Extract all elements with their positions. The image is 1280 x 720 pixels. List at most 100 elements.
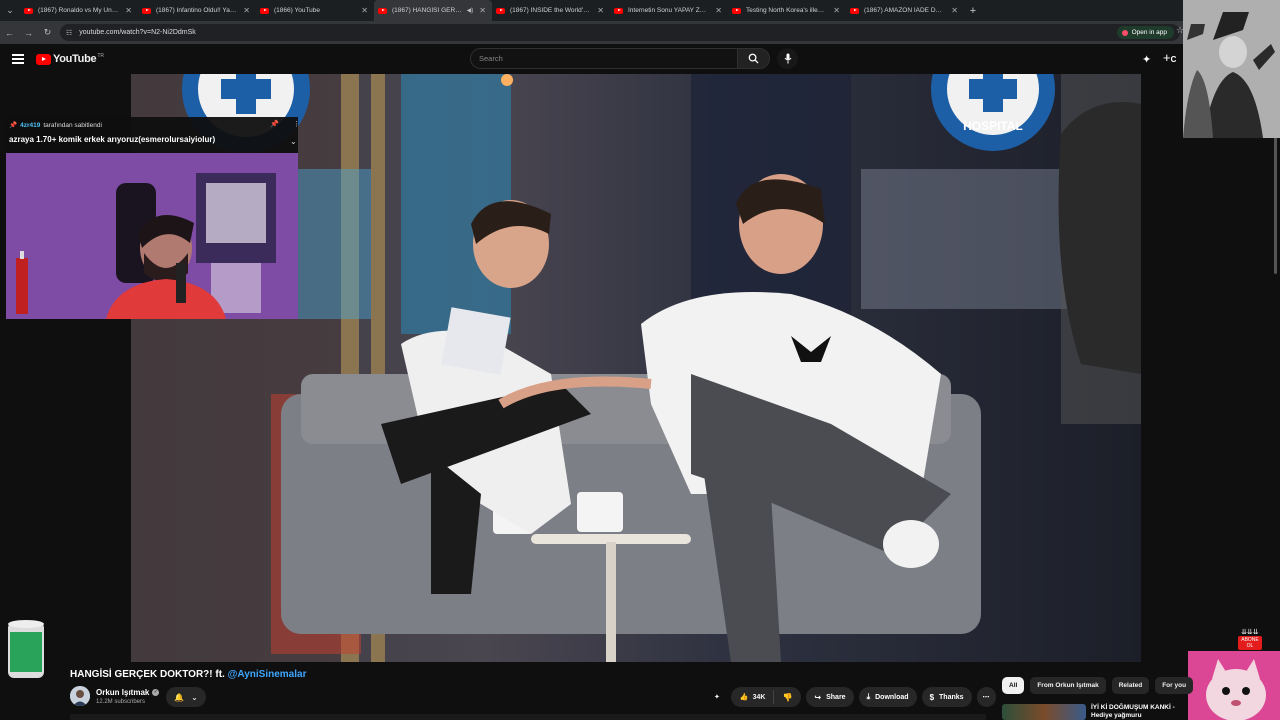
youtube-favicon-icon — [260, 7, 269, 14]
browser-tab[interactable]: (1867) INSIDE the World's Most ✕ — [492, 0, 610, 21]
like-dislike-group: 👍 34K 👎 — [730, 687, 802, 707]
subscribe-badge-label: ABONE OL — [1238, 636, 1262, 650]
channel-avatar[interactable] — [70, 686, 90, 706]
forward-arrow-icon[interactable]: → — [19, 28, 38, 38]
like-button[interactable]: 👍 34K — [731, 690, 775, 704]
hospital-sign-text: HOSPITAL — [963, 119, 1023, 133]
cat-image — [1188, 651, 1280, 720]
tab-label: (1867) Infantino Oldu!! Yan Yana — [156, 7, 237, 14]
video-actions: ✦ 👍 34K 👎 ↪ Share ⤓ Download $ Thanks ⋯ — [708, 687, 996, 707]
youtube-logo[interactable]: YouTube TR — [36, 53, 104, 65]
chip-related[interactable]: Related — [1111, 677, 1150, 694]
share-label: Share — [826, 693, 846, 701]
close-tab-icon[interactable]: ✕ — [597, 6, 604, 15]
title-mention-link[interactable]: @AyniSinemalar — [228, 669, 307, 680]
close-tab-icon[interactable]: ✕ — [715, 6, 722, 15]
logo-wordmark: YouTube — [53, 53, 97, 65]
recommendation-filter-chips: All From Orkun Işıtmak Related For you — [1002, 677, 1194, 694]
close-tab-icon[interactable]: ✕ — [125, 6, 132, 15]
create-button[interactable]: +C — [1163, 50, 1176, 65]
pinned-message-text: azraya 1.70+ komik erkek arıyoruz(esmero… — [9, 135, 216, 144]
menu-hamburger-icon[interactable] — [12, 54, 24, 64]
tab-label: (1867) Ronaldo vs My Unbeaten — [38, 7, 119, 14]
subscribe-badge-icon: ⇊⇊⇊ ABONE OL — [1238, 628, 1262, 650]
url-text: youtube.com/watch?v=N2-Ni2DdmSk — [79, 29, 196, 36]
tab-label: (1866) YouTube — [274, 7, 321, 14]
browser-tab-active[interactable]: (1867) HANGİSİ GERÇEK D◀) ✕ — [374, 0, 492, 21]
microphone-icon — [784, 53, 791, 64]
youtube-favicon-icon — [850, 7, 859, 14]
close-tab-icon[interactable]: ✕ — [951, 6, 958, 15]
youtube-favicon-icon — [732, 7, 741, 14]
share-button[interactable]: ↪ Share — [806, 687, 854, 707]
thanks-label: Thanks — [939, 693, 964, 701]
like-count: 34K — [752, 693, 766, 701]
browser-tab-bar: ⌄ (1867) Ronaldo vs My Unbeaten ✕ (1867) … — [0, 0, 1280, 21]
chevron-down-icon[interactable]: ⌄ — [290, 137, 297, 146]
youtube-play-logo-icon — [36, 53, 51, 65]
open-in-app-label: Open in app — [1131, 29, 1167, 36]
channel-info: Orkun Işıtmak ✓ 12.2M subscribers — [70, 686, 160, 706]
verified-check-icon: ✓ — [152, 688, 160, 696]
recommended-title[interactable]: İYİ Kİ DOĞMUŞUM KANKİ - Hediye yağmuru — [1091, 704, 1183, 720]
chip-all[interactable]: All — [1002, 677, 1025, 694]
pinned-chat-message: 📌 4zr419 tarafından sabitlendi azraya 1.… — [6, 117, 300, 153]
close-tab-icon[interactable]: ✕ — [833, 6, 840, 15]
unpin-icon[interactable]: 📌 — [270, 120, 279, 128]
more-actions-button[interactable]: ⋯ — [976, 687, 996, 707]
thanks-button[interactable]: $ Thanks — [921, 687, 972, 707]
tab-label: (1867) AMAZON İADE DEPOSU — [864, 7, 945, 14]
youtube-favicon-icon — [614, 7, 623, 14]
youtube-favicon-icon — [496, 7, 505, 14]
ask-ai-button[interactable]: ✦ — [708, 687, 726, 707]
download-button[interactable]: ⤓ Download — [858, 687, 917, 707]
video-title: HANGİSİ GERÇEK DOKTOR?! ft. @AyniSinemal… — [70, 669, 306, 680]
share-arrow-icon: ↪ — [814, 692, 822, 702]
chip-from-channel[interactable]: From Orkun Işıtmak — [1030, 677, 1106, 694]
new-tab-button[interactable]: + — [964, 5, 982, 17]
cup-overlay-image — [4, 618, 48, 680]
sparkle-create-icon[interactable]: ✦ — [1142, 53, 1151, 66]
tab-label: (1867) HANGİSİ GERÇEK D — [392, 7, 464, 14]
close-tab-icon[interactable]: ✕ — [361, 6, 368, 15]
browser-tab[interactable]: (1867) AMAZON İADE DEPOSU ✕ — [846, 0, 964, 21]
browser-tab[interactable]: (1866) YouTube ✕ — [256, 0, 374, 21]
audio-playing-icon[interactable]: ◀) — [467, 7, 474, 14]
browser-toolbar: ← → ↻ ☷ youtube.com/watch?v=N2-Ni2DdmSk … — [0, 21, 1280, 44]
recommended-thumbnail[interactable] — [1002, 704, 1086, 720]
historical-photo-image — [1183, 0, 1280, 138]
channel-name[interactable]: Orkun Işıtmak — [96, 688, 149, 697]
open-in-app-button[interactable]: Open in app — [1116, 26, 1174, 39]
download-icon: ⤓ — [866, 692, 871, 701]
address-bar[interactable]: ☷ youtube.com/watch?v=N2-Ni2DdmSk Open i… — [60, 24, 1180, 41]
notification-bell-button[interactable]: 🔔 ⌄ — [166, 687, 206, 707]
tab-label: Testing North Korea's illegal sm — [746, 7, 827, 14]
voice-search-button[interactable] — [777, 48, 798, 69]
country-code: TR — [97, 52, 104, 59]
chip-for-you[interactable]: For you — [1155, 677, 1194, 694]
more-horizontal-icon: ⋯ — [982, 694, 990, 701]
more-options-icon[interactable]: ⋮ — [293, 120, 300, 128]
description-box-edge — [70, 714, 986, 720]
pinned-by-label: tarafından sabitlendi — [43, 121, 102, 129]
dislike-button[interactable]: 👎 — [774, 693, 801, 702]
browser-tab[interactable]: Testing North Korea's illegal sm ✕ — [728, 0, 846, 21]
close-tab-icon[interactable]: ✕ — [479, 6, 486, 15]
reload-icon[interactable]: ↻ — [38, 27, 57, 38]
recommended-video[interactable]: İYİ Kİ DOĞMUŞUM KANKİ - Hediye yağmuru — [1002, 704, 1183, 720]
tab-search-chevron-icon[interactable]: ⌄ — [0, 0, 20, 21]
youtube-favicon-icon — [142, 7, 151, 14]
close-tab-icon[interactable]: ✕ — [243, 6, 250, 15]
app-icon — [1121, 29, 1128, 36]
search-input[interactable]: Search — [470, 48, 738, 69]
browser-tab[interactable]: (1867) Ronaldo vs My Unbeaten ✕ — [20, 0, 138, 21]
chevron-down-icon: ⌄ — [191, 692, 198, 702]
browser-tab[interactable]: İnternetin Sonu YAPAY ZEKA Of ✕ — [610, 0, 728, 21]
search-button[interactable] — [738, 48, 770, 69]
site-info-icon[interactable]: ☷ — [66, 29, 72, 37]
youtube-favicon-icon — [24, 7, 33, 14]
back-arrow-icon[interactable]: ← — [0, 28, 19, 38]
search-icon — [748, 53, 759, 64]
browser-tab[interactable]: (1867) Infantino Oldu!! Yan Yana ✕ — [138, 0, 256, 21]
sparkle-icon: ✦ — [714, 694, 720, 701]
